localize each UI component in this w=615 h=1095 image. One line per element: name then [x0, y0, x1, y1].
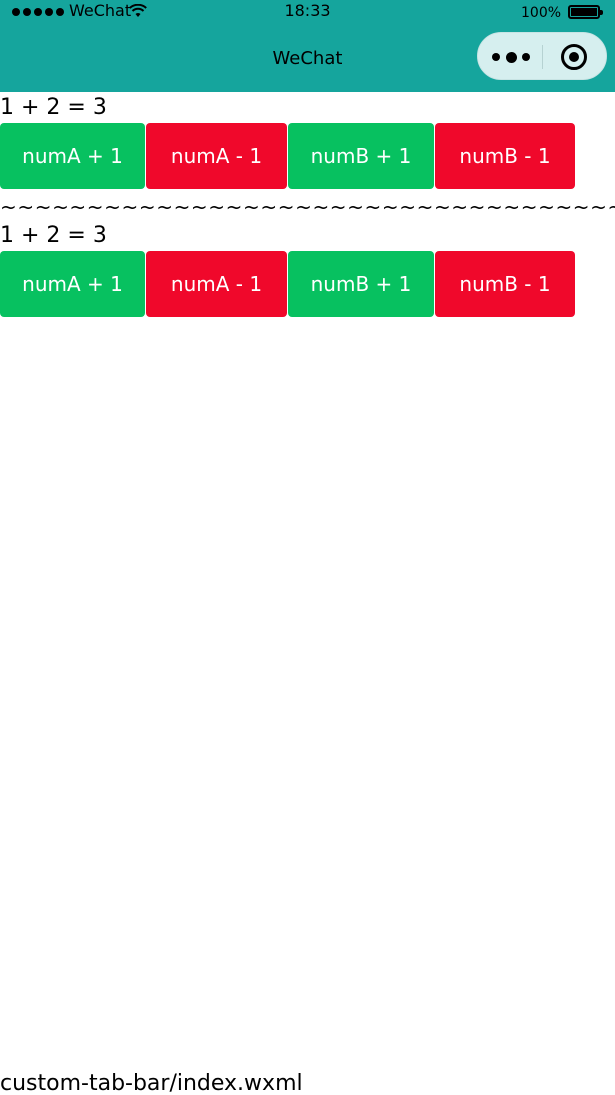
- status-bar: WeChat 18:33 100%: [0, 0, 615, 26]
- numB-minus-button[interactable]: numB - 1: [435, 251, 575, 317]
- button-row: numA + 1 numA - 1 numB + 1 numB - 1: [0, 123, 615, 189]
- button-row: numA + 1 numA - 1 numB + 1 numB - 1: [0, 251, 615, 317]
- numB-plus-button[interactable]: numB + 1: [288, 251, 434, 317]
- top-bar: WeChat 18:33 100% WeChat: [0, 0, 615, 92]
- capsule-menu: [477, 32, 607, 80]
- close-icon[interactable]: [561, 44, 587, 70]
- battery-percent: 100%: [521, 5, 562, 21]
- footer-path-text: custom-tab-bar/index.wxml: [0, 1071, 303, 1095]
- capsule-divider: [542, 45, 543, 69]
- numB-plus-button[interactable]: numB + 1: [288, 123, 434, 189]
- equation-text: 1 + 2 = 3: [0, 223, 107, 248]
- equation-text: 1 + 2 = 3: [0, 95, 107, 120]
- page: WeChat 18:33 100% WeChat 1 + 2 = 3 numA …: [0, 0, 615, 1095]
- numA-minus-button[interactable]: numA - 1: [146, 251, 287, 317]
- separator-line: ~~~~~~~~~~~~~~~~~~~~~~~~~~~~~~~~~~~~~~~~…: [0, 196, 615, 218]
- nav-bar: WeChat: [0, 26, 615, 92]
- numA-plus-button[interactable]: numA + 1: [0, 251, 145, 317]
- more-icon[interactable]: [492, 50, 530, 64]
- numA-minus-button[interactable]: numA - 1: [146, 123, 287, 189]
- numB-minus-button[interactable]: numB - 1: [435, 123, 575, 189]
- numA-plus-button[interactable]: numA + 1: [0, 123, 145, 189]
- battery-icon: [568, 5, 603, 19]
